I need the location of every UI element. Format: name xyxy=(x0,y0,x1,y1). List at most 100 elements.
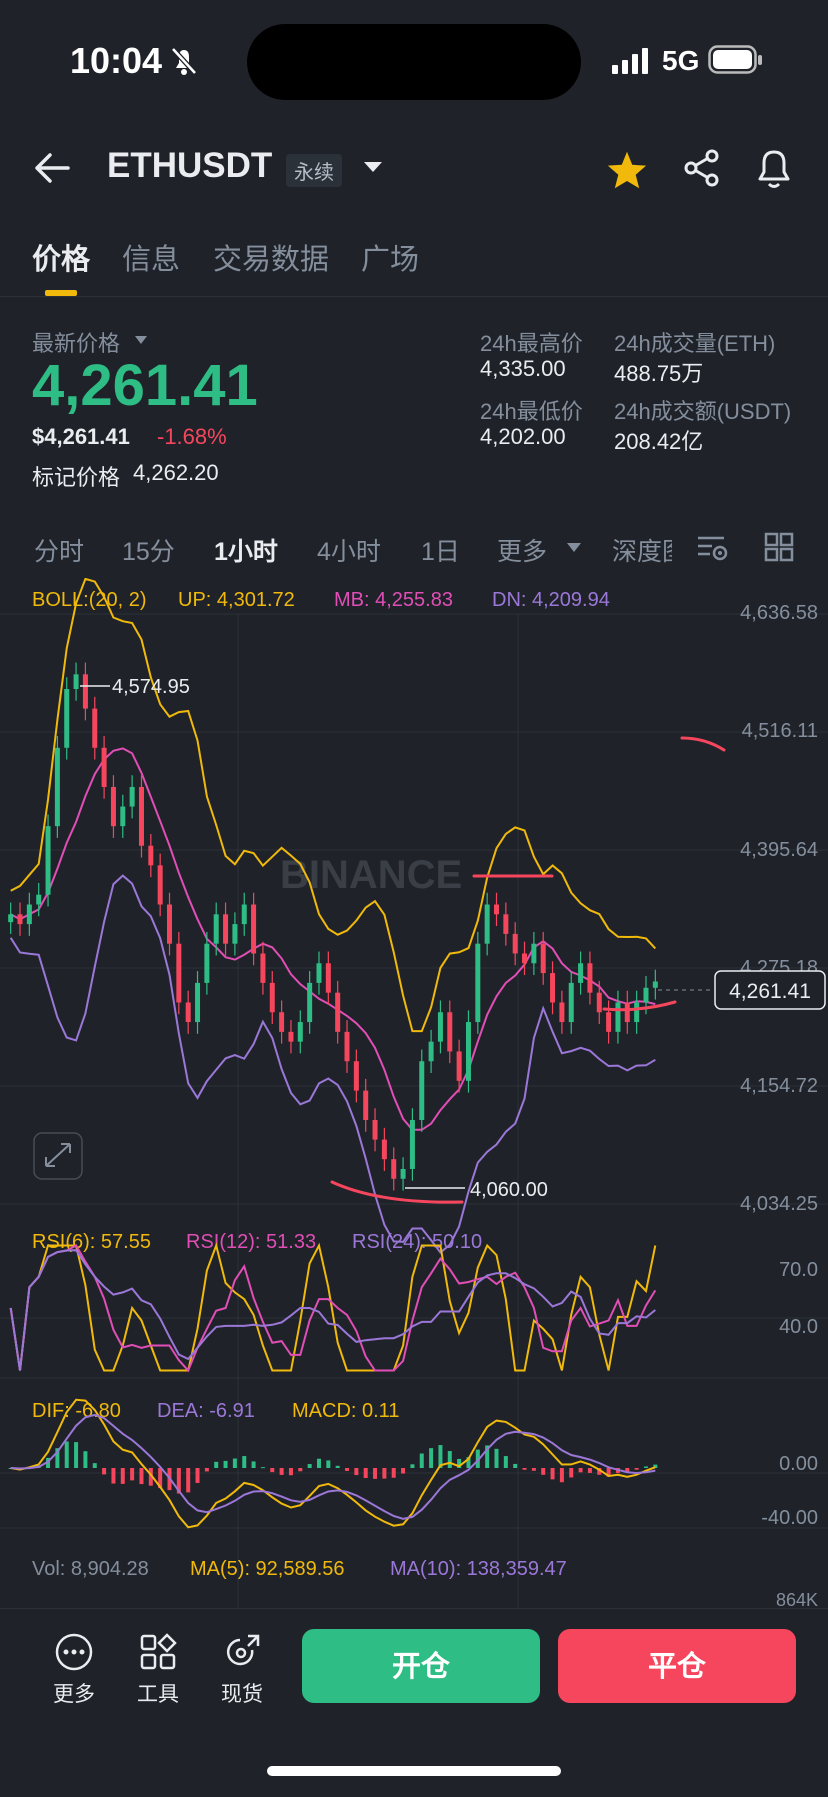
macd-bar xyxy=(382,1468,387,1479)
indicator-settings-icon[interactable] xyxy=(696,532,730,564)
candle-body xyxy=(138,786,144,846)
nav-spot[interactable]: 现货 xyxy=(202,1632,282,1708)
macd-bar xyxy=(494,1448,499,1468)
macd-bar xyxy=(186,1468,191,1493)
macd-bar xyxy=(569,1468,574,1478)
candle-body xyxy=(568,982,574,1023)
tf-depth[interactable]: 深度图 xyxy=(612,532,672,568)
tf-more-caret-icon[interactable] xyxy=(566,542,582,553)
boll-label: BOLL:(20, 2) xyxy=(32,589,147,611)
candle-body xyxy=(54,747,60,827)
tf-1h[interactable]: 1小时 xyxy=(214,532,278,568)
candle-body xyxy=(494,904,499,915)
macd-tick-40: -40.00 xyxy=(761,1507,818,1529)
candle-body xyxy=(92,708,98,748)
candle-body xyxy=(587,963,593,993)
tf-1d[interactable]: 1日 xyxy=(421,532,460,568)
open-position-button[interactable]: 开仓 xyxy=(302,1629,540,1703)
kline-chart[interactable]: BINANCE BOLL:(20, 2) UP: 4,301.72 MB: 4,… xyxy=(0,578,828,1608)
rsi-tick-40: 40.0 xyxy=(779,1316,818,1338)
latest-price: 4,261.41 xyxy=(32,353,258,418)
candle-body xyxy=(437,1012,443,1042)
candle-body xyxy=(45,826,51,895)
user-drawing-3 xyxy=(602,1000,677,1012)
tab-square[interactable]: 广场 xyxy=(361,236,419,278)
candle-body xyxy=(400,1168,406,1179)
macd-bar xyxy=(522,1468,527,1470)
tab-info[interactable]: 信息 xyxy=(122,236,180,278)
tf-more[interactable]: 更多 xyxy=(497,532,547,568)
macd-dea-label: DEA: -6.91 xyxy=(157,1400,255,1422)
pair-title[interactable]: ETHUSDT xyxy=(107,146,272,186)
macd-bar xyxy=(298,1468,303,1472)
caret-down-icon[interactable] xyxy=(362,160,384,174)
battery-icon xyxy=(708,45,762,74)
candle-body xyxy=(353,1061,359,1091)
boll-up-line xyxy=(10,578,657,1033)
macd-bar xyxy=(102,1468,107,1475)
back-arrow-icon[interactable] xyxy=(30,146,74,190)
macd-bar xyxy=(503,1456,508,1468)
macd-bar xyxy=(634,1468,639,1470)
candle-body xyxy=(363,1090,369,1121)
nav-more-label: 更多 xyxy=(53,1683,95,1706)
nav-more[interactable]: 更多 xyxy=(34,1632,114,1708)
high-annotation: 4,574.95 xyxy=(112,676,190,698)
candle-body xyxy=(615,1002,621,1032)
macd-dif-label: DIF: -6.80 xyxy=(32,1400,121,1422)
candle-body xyxy=(288,1031,294,1042)
candle-body xyxy=(624,1002,630,1023)
mark-price: 4,262.20 xyxy=(133,460,219,485)
candle-body xyxy=(148,845,154,866)
candle-body xyxy=(316,963,322,983)
close-position-button[interactable]: 平仓 xyxy=(558,1629,796,1703)
nav-tools-label: 工具 xyxy=(137,1683,179,1706)
candle-body xyxy=(279,1012,285,1032)
vol-tick: 864K xyxy=(776,1590,818,1608)
candle-body xyxy=(251,904,257,954)
tf-15m[interactable]: 15分 xyxy=(122,532,175,568)
nav-tools[interactable]: 工具 xyxy=(118,1632,198,1708)
tf-4h[interactable]: 4小时 xyxy=(317,532,381,568)
bell-icon[interactable] xyxy=(754,146,794,190)
vol-usdt-label: 24h成交额(USDT) xyxy=(614,399,792,424)
macd-bar xyxy=(120,1468,125,1484)
contract-type-badge: 永续 xyxy=(286,154,342,187)
vol-ma10-label: MA(10): 138,359.47 xyxy=(390,1558,567,1580)
candle-body xyxy=(17,914,23,925)
candle-body xyxy=(428,1041,434,1062)
spot-icon xyxy=(226,1634,260,1666)
macd-bar xyxy=(279,1468,284,1475)
candle-body xyxy=(204,943,210,983)
candle-body xyxy=(465,1022,471,1081)
macd-bar xyxy=(232,1458,237,1468)
macd-bar xyxy=(214,1461,219,1468)
candle-body xyxy=(129,786,135,807)
candle-body xyxy=(512,933,518,954)
latest-price-caret-icon[interactable] xyxy=(134,335,148,345)
boll-mb: MB: 4,255.83 xyxy=(334,589,453,611)
candle-body xyxy=(325,963,331,993)
candle-body xyxy=(73,674,79,690)
macd-bar xyxy=(260,1467,265,1469)
candle-body xyxy=(195,982,201,1023)
candle-body xyxy=(110,786,116,827)
candle-body xyxy=(540,943,546,974)
network-type: 5G xyxy=(662,45,700,76)
tab-price[interactable]: 价格 xyxy=(32,236,90,278)
rsi-tick-70: 70.0 xyxy=(779,1259,818,1281)
macd-bar xyxy=(92,1463,97,1468)
candle-body xyxy=(447,1012,453,1052)
share-icon[interactable] xyxy=(682,148,722,188)
star-icon[interactable] xyxy=(606,150,648,190)
macd-bar xyxy=(316,1458,321,1468)
vol-eth-label: 24h成交量(ETH) xyxy=(614,331,776,356)
vol-ma5-label: MA(5): 92,589.56 xyxy=(190,1558,345,1580)
low-value: 4,202.00 xyxy=(480,424,566,449)
tf-line[interactable]: 分时 xyxy=(34,532,84,568)
candles xyxy=(8,662,658,1191)
macd-bar xyxy=(578,1468,583,1473)
tab-trading-data[interactable]: 交易数据 xyxy=(213,236,329,278)
candle-body xyxy=(232,924,238,944)
layout-grid-icon[interactable] xyxy=(764,532,794,562)
